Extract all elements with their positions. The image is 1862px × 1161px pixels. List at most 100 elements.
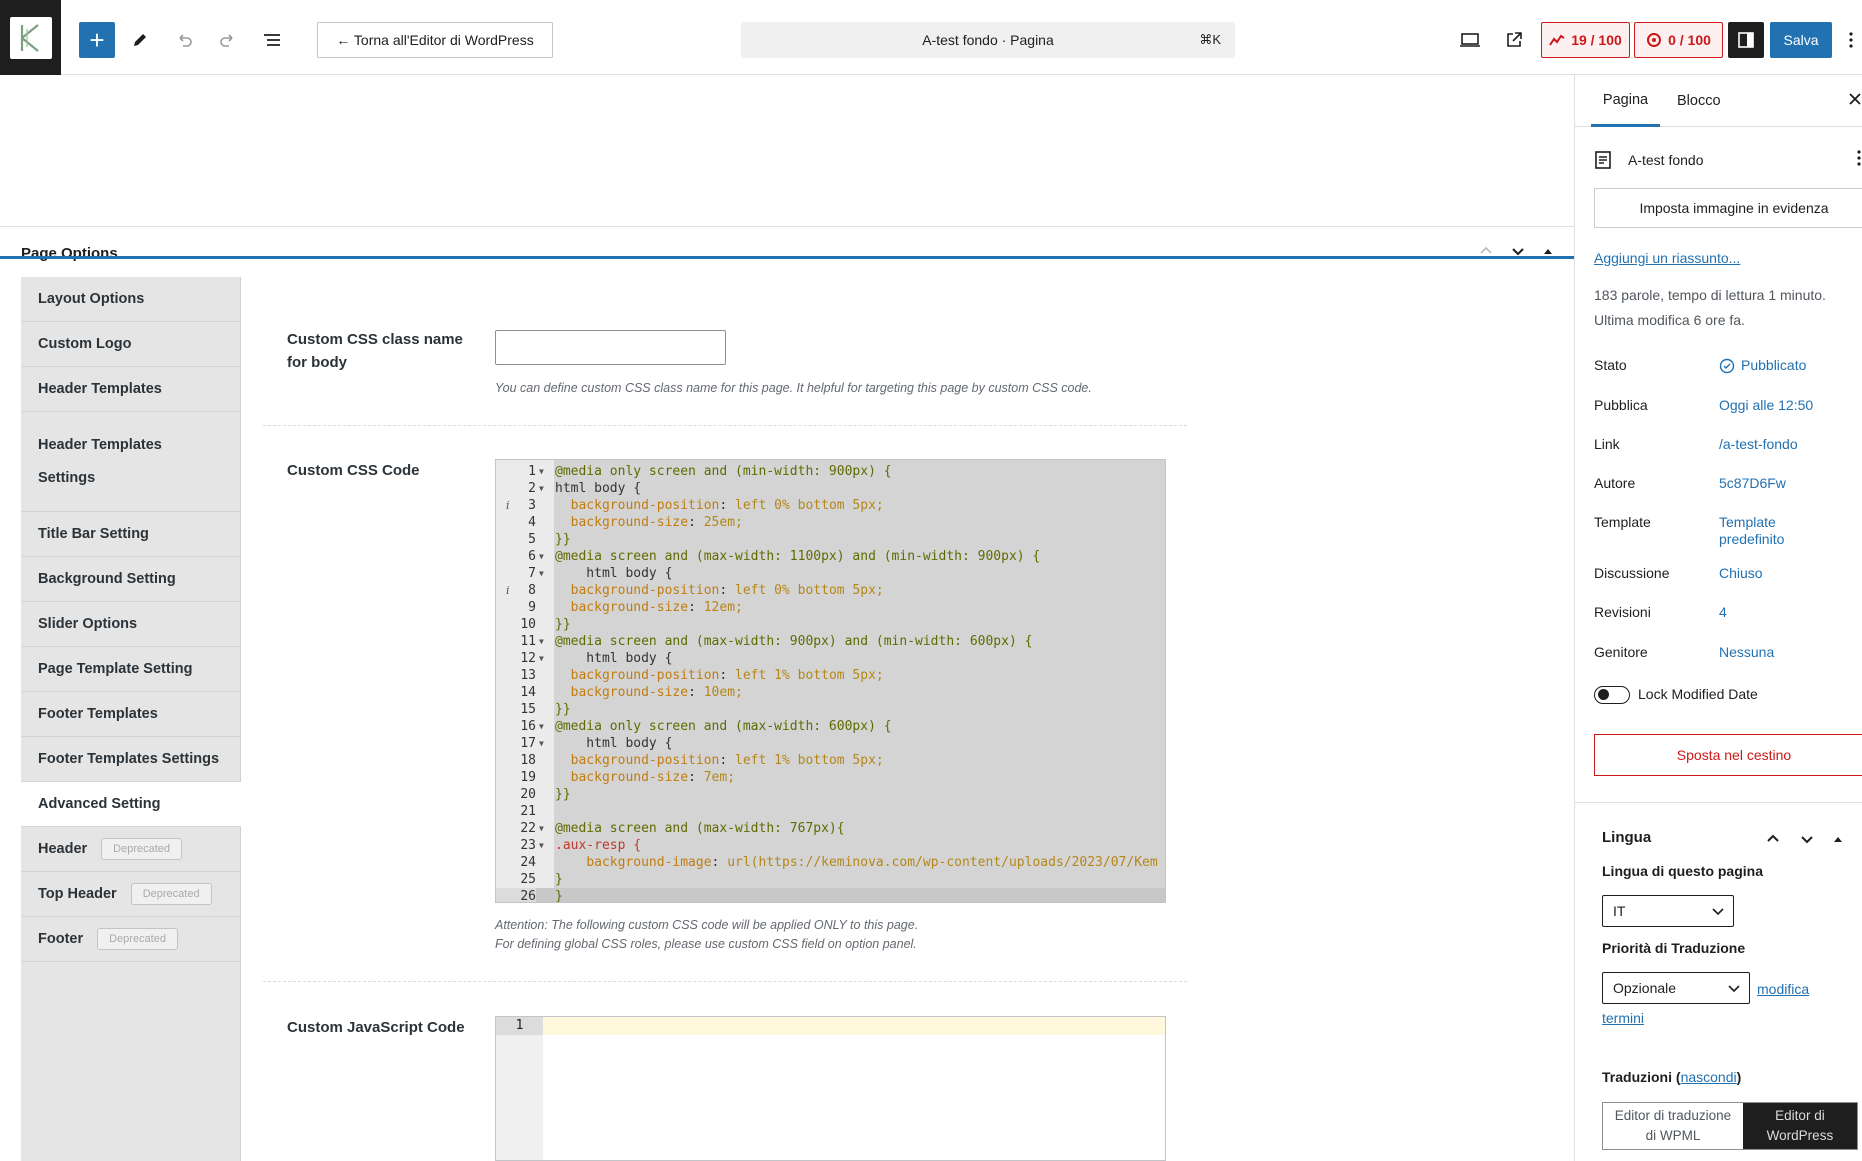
toggle-panel-button[interactable] — [1833, 834, 1843, 844]
fold-toggle-icon[interactable]: ▼ — [539, 735, 544, 752]
view-page-button[interactable] — [1496, 22, 1532, 58]
translation-priority-select[interactable]: Opzionale — [1602, 972, 1750, 1004]
custom-css-editor[interactable]: 1 ▼ @media only screen and (min-width: 900… — [495, 459, 1166, 903]
status-value[interactable]: Pubblicato — [1719, 357, 1806, 374]
language-panel-title[interactable]: Lingua — [1602, 811, 1651, 863]
tab-advanced-setting[interactable]: Advanced Setting — [21, 782, 241, 827]
tab-header[interactable]: Header Deprecated — [21, 827, 240, 872]
code-line: 13 background-position: left 1% bottom 5… — [496, 667, 1165, 684]
seo-score-button[interactable]: 19 / 100 — [1541, 22, 1630, 58]
settings-sidebar-toggle[interactable] — [1728, 22, 1764, 58]
code-text: @media only screen and (max-width: 600px… — [555, 719, 892, 734]
fold-toggle-icon[interactable]: ▼ — [539, 837, 544, 854]
fold-toggle-icon[interactable]: ▼ — [539, 480, 544, 497]
hide-translations-link[interactable]: nascondi — [1681, 1069, 1737, 1085]
tab-header-templates-settings[interactable]: Header Templates Settings — [21, 412, 240, 512]
tab-slider-options[interactable]: Slider Options — [21, 602, 240, 647]
body-class-input[interactable] — [495, 330, 726, 365]
move-down-button[interactable] — [1510, 243, 1526, 259]
discussion-value[interactable]: Chiuso — [1719, 565, 1763, 582]
template-label: Template — [1594, 514, 1651, 530]
parent-value[interactable]: Nessuna — [1719, 644, 1774, 661]
set-featured-image-button[interactable]: Imposta immagine in evidenza — [1594, 188, 1862, 228]
tab-background-setting[interactable]: Background Setting — [21, 557, 240, 602]
post-actions-button[interactable] — [1856, 148, 1862, 168]
move-to-trash-button[interactable]: Sposta nel cestino — [1594, 734, 1862, 776]
redo-button[interactable] — [210, 22, 246, 58]
preview-device-button[interactable] — [1452, 22, 1488, 58]
command-palette-bar[interactable]: A-test fondo · Pagina ⌘K — [741, 22, 1235, 58]
tab-block[interactable]: Blocco — [1677, 75, 1721, 127]
undo-button[interactable] — [166, 22, 202, 58]
readability-icon — [1646, 32, 1662, 48]
add-block-button[interactable]: + — [79, 22, 115, 58]
fold-toggle-icon[interactable]: ▼ — [539, 565, 544, 582]
readability-score-button[interactable]: 0 / 100 — [1634, 22, 1723, 58]
custom-js-label: Custom JavaScript Code — [287, 1019, 465, 1036]
code-text: }} — [555, 787, 571, 802]
site-logo[interactable] — [0, 0, 61, 75]
revisions-value[interactable]: 4 — [1719, 604, 1727, 621]
tab-title-bar-setting[interactable]: Title Bar Setting — [21, 512, 240, 557]
publish-date-value[interactable]: Oggi alle 12:50 — [1719, 397, 1813, 414]
custom-js-editor[interactable]: 1 — [495, 1016, 1166, 1161]
panel-divider — [1575, 802, 1862, 803]
tab-custom-logo[interactable]: Custom Logo — [21, 322, 240, 367]
code-text: background-position: left 0% bottom 5px; — [570, 498, 884, 513]
fold-toggle-icon[interactable]: ▼ — [539, 463, 544, 480]
line-number: 15 — [520, 702, 536, 717]
list-view-button[interactable] — [254, 22, 290, 58]
lock-modified-date-toggle[interactable] — [1594, 686, 1630, 704]
code-text: }} — [555, 702, 571, 717]
fold-toggle-icon[interactable]: ▼ — [539, 548, 544, 565]
settings-sidebar: Pagina Blocco A-test fondo Imposta immag… — [1574, 75, 1862, 1161]
language-panel-controls — [1765, 813, 1843, 865]
editor-canvas: Page Options Layout Options Custom Logo … — [0, 75, 1574, 1161]
save-button[interactable]: Salva — [1770, 22, 1832, 58]
template-value[interactable]: Template predefinito — [1719, 514, 1819, 548]
code-line: 2 ▼ html body { — [496, 480, 1165, 497]
fold-toggle-icon[interactable]: ▼ — [539, 650, 544, 667]
code-line: 7 ▼ html body { — [496, 565, 1165, 582]
code-line: 26} — [496, 888, 1165, 902]
add-excerpt-link[interactable]: Aggiungi un riassunto... — [1594, 250, 1740, 266]
tab-page-template-setting[interactable]: Page Template Setting — [21, 647, 240, 692]
options-menu-button[interactable] — [1840, 22, 1862, 58]
edit-terms-link[interactable]: modifica — [1757, 981, 1809, 997]
code-line: i8 background-position: left 0% bottom 5… — [496, 582, 1165, 599]
more-icon — [1857, 150, 1861, 166]
move-up-button[interactable] — [1478, 243, 1494, 259]
tools-button[interactable] — [122, 22, 158, 58]
line-number: 13 — [520, 668, 536, 683]
seo-analysis-icon — [1549, 33, 1565, 47]
move-down-button[interactable] — [1799, 831, 1815, 847]
code-text: .aux-resp { — [555, 838, 642, 853]
edit-terms-link-cont[interactable]: termini — [1602, 1010, 1644, 1026]
tab-page[interactable]: Pagina — [1591, 75, 1660, 127]
tab-layout-options[interactable]: Layout Options — [21, 277, 240, 322]
line-number: 5 — [528, 532, 536, 547]
page-language-label: Lingua di questo pagina — [1602, 863, 1763, 879]
tab-top-header[interactable]: Top Header Deprecated — [21, 872, 240, 917]
undo-icon — [179, 34, 192, 47]
fold-toggle-icon[interactable]: ▼ — [539, 820, 544, 837]
toggle-panel-button[interactable] — [1542, 245, 1554, 257]
fold-toggle-icon[interactable]: ▼ — [539, 633, 544, 650]
back-to-wp-editor-button[interactable]: ← Torna all'Editor di WordPress — [317, 22, 553, 58]
fold-toggle-icon[interactable]: ▼ — [539, 718, 544, 735]
tab-header-templates[interactable]: Header Templates — [21, 367, 240, 412]
logo-mark — [9, 16, 52, 59]
redo-icon — [220, 34, 233, 47]
tab-footer[interactable]: Footer Deprecated — [21, 917, 240, 962]
tab-footer-templates[interactable]: Footer Templates — [21, 692, 240, 737]
move-up-button[interactable] — [1765, 831, 1781, 847]
tab-footer-templates-settings[interactable]: Footer Templates Settings — [21, 737, 240, 782]
content-area[interactable] — [0, 75, 1574, 227]
close-sidebar-button[interactable] — [1847, 91, 1862, 107]
page-language-select[interactable]: IT — [1602, 895, 1734, 927]
permalink-value[interactable]: /a-test-fondo — [1719, 436, 1798, 453]
translation-editor-switch: Editor di traduzione di WPML Editor di Wor… — [1602, 1102, 1858, 1150]
wpml-translation-editor-option[interactable]: Editor di traduzione di WPML — [1603, 1103, 1743, 1149]
wordpress-editor-option[interactable]: Editor di WordPress — [1742, 1103, 1857, 1149]
author-value[interactable]: 5c87D6Fw — [1719, 475, 1786, 492]
